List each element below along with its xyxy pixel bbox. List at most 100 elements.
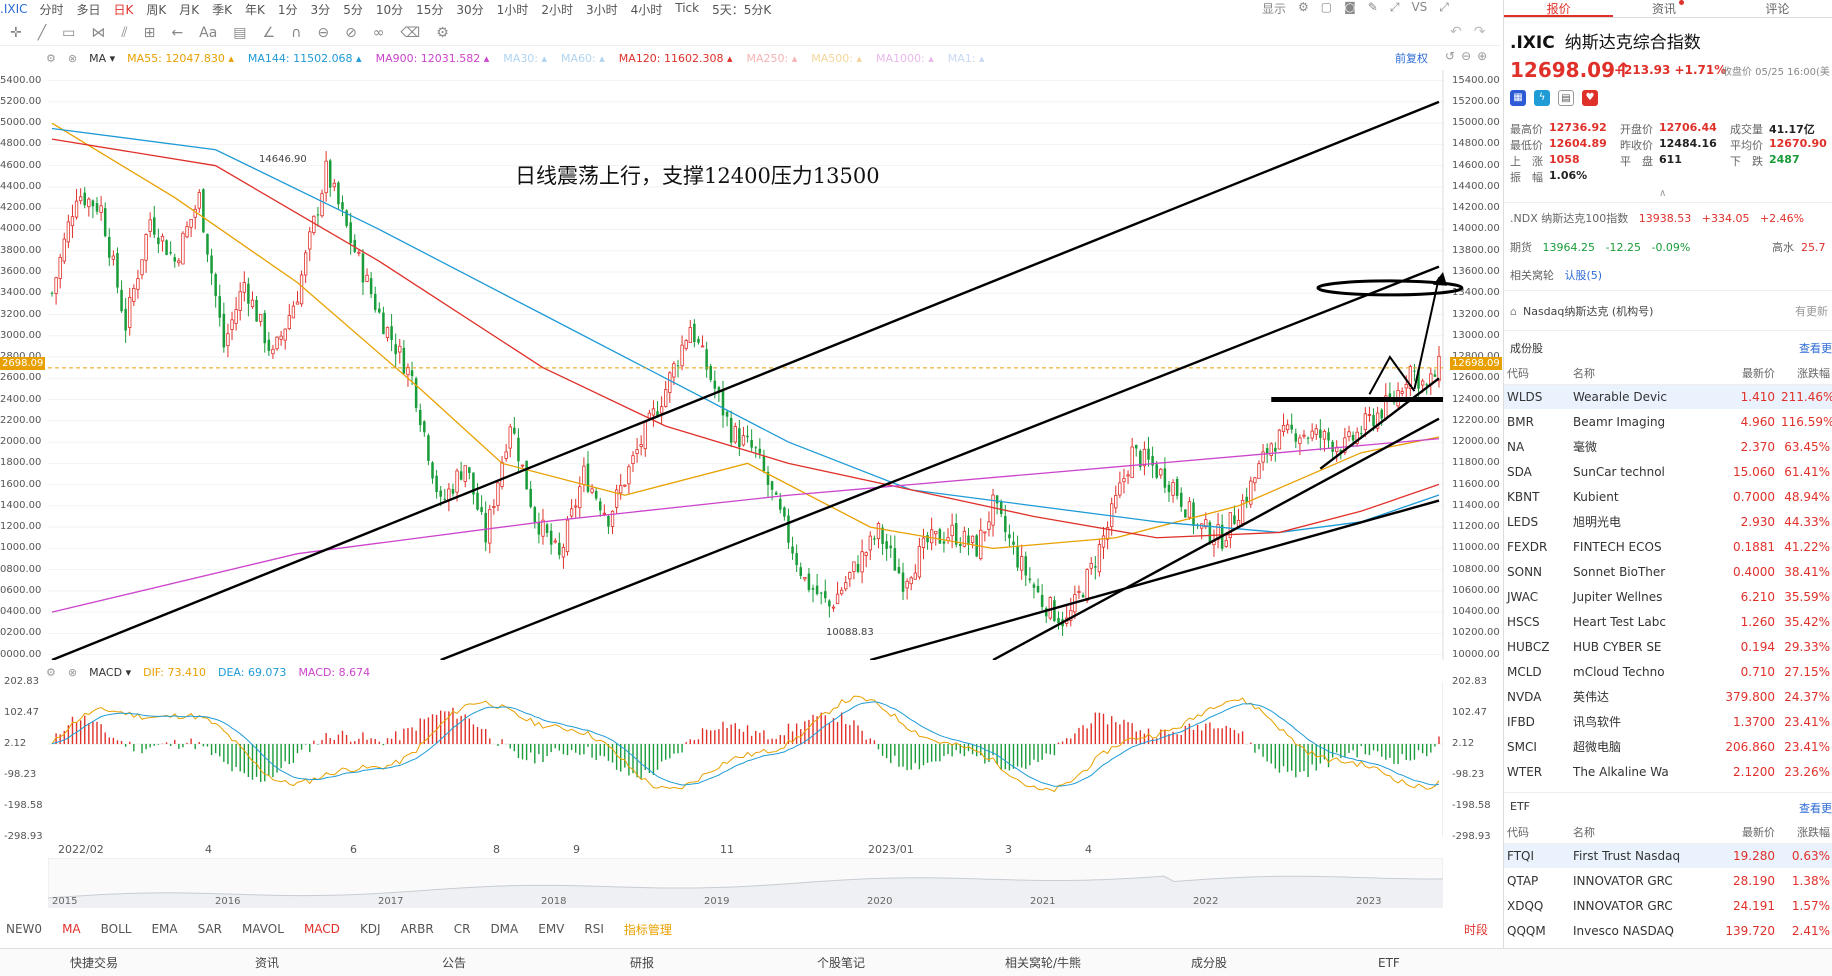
period-5[interactable]: 季K — [212, 1, 232, 18]
expand-icon[interactable]: ⤢ — [1439, 0, 1449, 17]
table-row[interactable]: NJULINNOVATOR NAS50.0211.01% — [1504, 943, 1832, 948]
indicator-tab-rsi[interactable]: RSI — [584, 922, 604, 936]
ma-selector[interactable]: MA ▾ — [89, 52, 115, 65]
table-row[interactable]: JWAC Jupiter Wellnes 6.210 35.59% — [1504, 584, 1832, 609]
fib-tool-icon[interactable]: ⋈ — [91, 25, 105, 41]
adjust-toggle[interactable]: 前复权 — [1395, 50, 1428, 66]
period-14[interactable]: 2小时 — [541, 1, 573, 18]
layout-icon[interactable]: ▢ — [1321, 0, 1332, 17]
indicator-tab-kdj[interactable]: KDJ — [360, 922, 381, 936]
bottom-tab[interactable]: 研报 — [630, 954, 654, 971]
bottom-tab[interactable]: 公告 — [442, 954, 466, 971]
table-row[interactable]: HUBCZ HUB CYBER SE 0.194 29.33% — [1504, 634, 1832, 659]
measure-tool-icon[interactable]: ⊞ — [144, 25, 156, 41]
arrow-tool-icon[interactable]: ← — [171, 25, 183, 41]
table-row[interactable]: HSCS Heart Test Labc 1.260 35.42% — [1504, 609, 1832, 634]
components-more[interactable]: 查看更 — [1799, 340, 1832, 356]
link-icon[interactable]: ∞ — [373, 25, 385, 41]
undo-icon[interactable]: ↶ — [1450, 24, 1462, 40]
text-tool-icon[interactable]: Aa — [199, 25, 217, 41]
period-4[interactable]: 月K — [179, 1, 199, 18]
indicator-tab-ma[interactable]: MA — [62, 922, 81, 936]
settings-icon[interactable]: ⚙ — [1298, 0, 1309, 17]
channel-tool-icon[interactable]: ⫽ — [121, 25, 127, 41]
legend-settings-icon[interactable]: ⚙ — [46, 52, 56, 65]
bottom-tab[interactable]: 资讯 — [255, 954, 279, 971]
indicator-tab-ema[interactable]: EMA — [151, 922, 177, 936]
indicator-tab-arbr[interactable]: ARBR — [401, 922, 434, 936]
zoom-in-icon[interactable]: ⊕ — [1477, 49, 1487, 63]
bottom-tab[interactable]: 相关窝轮/牛熊 — [1005, 954, 1081, 971]
period-10[interactable]: 10分 — [376, 1, 403, 18]
reset-icon[interactable]: ↺ — [1445, 49, 1455, 63]
table-row[interactable]: LEDS 旭明光电 2.930 44.33% — [1504, 509, 1832, 534]
table-row[interactable]: BMR Beamr Imaging 4.960 116.59% — [1504, 409, 1832, 434]
macd-chart[interactable] — [48, 682, 1443, 837]
period-13[interactable]: 1小时 — [497, 1, 529, 18]
line-tool-icon[interactable]: ╱ — [38, 25, 46, 41]
fullscreen-icon[interactable]: ⤢ — [1390, 0, 1400, 17]
bottom-tab[interactable]: ETF — [1378, 956, 1400, 970]
table-row[interactable]: WLDS Wearable Devic 1.410 211.46% — [1504, 384, 1832, 409]
table-row[interactable]: FTQI First Trust Nasdaq 19.280 0.63% — [1504, 843, 1832, 868]
camera-icon[interactable]: ◙ — [1344, 0, 1356, 17]
period-2[interactable]: 日K — [114, 1, 134, 18]
period-1[interactable]: 多日 — [77, 1, 101, 18]
table-row[interactable]: MCLD mCloud Techno 0.710 27.15% — [1504, 659, 1832, 684]
doc-icon[interactable]: ▤ — [1558, 90, 1574, 106]
period-6[interactable]: 年K — [245, 1, 265, 18]
range-navigator[interactable] — [48, 858, 1443, 908]
period-12[interactable]: 30分 — [456, 1, 483, 18]
indicator-manage[interactable]: 指标管理 — [624, 921, 672, 938]
indicator-tab-macd[interactable]: MACD — [304, 922, 340, 936]
indicator-tab-boll[interactable]: BOLL — [101, 922, 132, 936]
compare-button[interactable]: VS — [1411, 0, 1427, 17]
table-row[interactable]: WTER The Alkaline Wa 2.1200 23.26% — [1504, 759, 1832, 784]
macd-settings-icon[interactable]: ⚙ — [46, 666, 56, 680]
futures-row[interactable]: 期货 13964.25 -12.25 -0.09% 高水 25.7 — [1510, 239, 1826, 255]
lightning-icon[interactable]: ϟ — [1534, 90, 1550, 106]
settings-draw-icon[interactable]: ⚙ — [436, 25, 449, 41]
table-row[interactable]: XDQQ INNOVATOR GRC 24.191 1.57% — [1504, 893, 1832, 918]
table-row[interactable]: IFBD 讯鸟软件 1.3700 23.41% — [1504, 709, 1832, 734]
session-button[interactable]: 时段 — [1464, 921, 1488, 938]
period-8[interactable]: 3分 — [311, 1, 331, 18]
table-row[interactable]: FEXDR FINTECH ECOS 0.1881 41.22% — [1504, 534, 1832, 559]
indicator-tab-cr[interactable]: CR — [454, 922, 471, 936]
table-row[interactable]: SONN Sonnet BioTher 0.4000 38.41% — [1504, 559, 1832, 584]
bottom-tab[interactable]: 个股笔记 — [817, 954, 865, 971]
pencil-tool-icon[interactable]: ∠ — [263, 25, 276, 41]
delete-icon[interactable]: ⌫ — [400, 25, 420, 41]
indicator-tab-emv[interactable]: EMV — [538, 922, 564, 936]
warrant-link[interactable]: 认股(5) — [1565, 269, 1603, 282]
table-row[interactable]: QQQM Invesco NASDAQ 139.720 2.41% — [1504, 918, 1832, 943]
macd-selector[interactable]: MACD ▾ — [89, 666, 131, 680]
rect-tool-icon[interactable]: ▭ — [62, 25, 75, 41]
crosshair-icon[interactable]: ✛ — [10, 25, 22, 41]
indicator-tab-mavol[interactable]: MAVOL — [242, 922, 284, 936]
draw-icon[interactable]: ✎ — [1368, 0, 1378, 17]
zoom-out-icon[interactable]: ⊖ — [1461, 49, 1471, 63]
table-row[interactable]: NA 毫微 2.370 63.45% — [1504, 434, 1832, 459]
note-tool-icon[interactable]: ▤ — [233, 25, 246, 41]
indicator-tab-dma[interactable]: DMA — [490, 922, 518, 936]
magnet-icon[interactable]: ∩ — [291, 25, 301, 41]
display-menu[interactable]: 显示 — [1262, 0, 1286, 17]
period-7[interactable]: 1分 — [278, 1, 298, 18]
lock-icon[interactable]: ⊖ — [317, 25, 329, 41]
table-row[interactable]: KBNT Kubient 0.7000 48.94% — [1504, 484, 1832, 509]
period-18[interactable]: 5天：5分K — [712, 1, 771, 18]
etf-more[interactable]: 查看更 — [1799, 800, 1832, 816]
indicator-tab-sar[interactable]: SAR — [198, 922, 222, 936]
macd-close-icon[interactable]: ⊗ — [68, 666, 77, 680]
period-0[interactable]: 分时 — [40, 1, 64, 18]
collapse-icon[interactable]: ∧ — [1659, 188, 1666, 199]
period-16[interactable]: 4小时 — [631, 1, 663, 18]
table-row[interactable]: SMCI 超微电脑 206.860 23.41% — [1504, 734, 1832, 759]
hide-icon[interactable]: ⊘ — [345, 25, 357, 41]
legend-close-icon[interactable]: ⊗ — [68, 52, 77, 65]
indicator-tab-new0[interactable]: NEW0 — [6, 922, 42, 936]
period-15[interactable]: 3小时 — [586, 1, 618, 18]
period-17[interactable]: Tick — [675, 1, 699, 18]
bottom-tab[interactable]: 快捷交易 — [70, 954, 118, 971]
